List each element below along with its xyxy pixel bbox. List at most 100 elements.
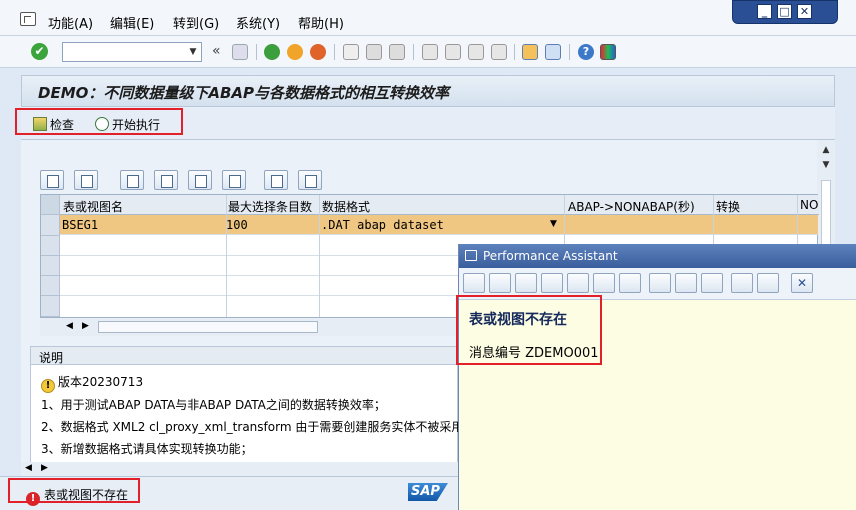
command-history-dropdown[interactable]: ▼ bbox=[186, 43, 200, 61]
row-selector[interactable] bbox=[41, 236, 60, 256]
last-page-icon[interactable] bbox=[491, 44, 507, 60]
description-panel: 说明 ! 版本20230713 1、用于测试ABAP DATA与非ABAP DAT… bbox=[30, 346, 475, 463]
help-icon[interactable]: ? bbox=[578, 44, 594, 60]
back-icon[interactable] bbox=[264, 44, 280, 60]
display-icon[interactable] bbox=[649, 273, 671, 293]
column-header[interactable]: ABAP->NONABAP(秒) bbox=[568, 198, 695, 215]
row-selector[interactable] bbox=[41, 215, 60, 236]
version-line: ! 版本20230713 bbox=[41, 373, 143, 393]
next-page-icon[interactable] bbox=[468, 44, 484, 60]
description-horizontal-scrollbar[interactable]: ◀ ▶ bbox=[21, 462, 458, 476]
select-all-button[interactable] bbox=[264, 170, 288, 190]
window-controls: _ □ ✕ bbox=[732, 0, 838, 24]
enter-icon[interactable]: ✔ bbox=[31, 43, 48, 60]
toolbar-separator bbox=[514, 44, 515, 60]
deselect-all-button[interactable] bbox=[298, 170, 322, 190]
description-line: 1、用于测试ABAP DATA与非ABAP DATA之间的数据转换效率； bbox=[41, 398, 386, 412]
scroll-up-icon[interactable]: ▲ bbox=[820, 145, 832, 155]
change-icon[interactable] bbox=[567, 273, 589, 293]
scroll-down-icon[interactable]: ▼ bbox=[820, 160, 832, 170]
table-horizontal-scrollbar[interactable]: ◀ ▶ bbox=[40, 318, 470, 336]
first-page-icon[interactable] bbox=[422, 44, 438, 60]
dock-icon[interactable] bbox=[757, 273, 779, 293]
table-row[interactable]: BSEG1 100 .DAT abap dataset ▼ bbox=[60, 215, 818, 235]
highlight-box bbox=[15, 108, 183, 135]
performance-assistant-window: Performance Assistant ✕ 表或视图不存在 消息编号 ZDE… bbox=[458, 244, 856, 510]
print-icon[interactable] bbox=[731, 273, 753, 293]
column-header[interactable]: 最大选择条目数 bbox=[228, 198, 312, 215]
description-header: 说明 bbox=[31, 347, 457, 365]
description-line: 3、新增数据格式请具体实现转换功能； bbox=[41, 442, 253, 456]
menu-help[interactable]: 帮助(H) bbox=[298, 13, 344, 32]
toolbar-separator bbox=[569, 44, 570, 60]
column-header[interactable]: 转换 bbox=[716, 198, 740, 215]
forward-arrow-icon[interactable] bbox=[489, 273, 511, 293]
print-icon[interactable] bbox=[343, 44, 359, 60]
create-session-icon[interactable] bbox=[522, 44, 538, 60]
column-header[interactable]: 数据格式 bbox=[322, 198, 370, 215]
standard-toolbar: ✔ ▼ « ? bbox=[0, 36, 856, 68]
close-button[interactable]: ✕ bbox=[797, 4, 812, 19]
command-field[interactable] bbox=[62, 42, 202, 62]
find-icon[interactable] bbox=[366, 44, 382, 60]
back-arrow-icon[interactable] bbox=[463, 273, 485, 293]
menu-window-icon[interactable] bbox=[20, 12, 36, 26]
row-selector[interactable] bbox=[41, 256, 60, 276]
data-format-cell[interactable]: .DAT abap dataset bbox=[321, 218, 444, 232]
highlight-box bbox=[8, 478, 140, 503]
window-icon bbox=[465, 250, 477, 261]
table-name-cell[interactable]: BSEG1 bbox=[62, 218, 98, 232]
scroll-right-icon[interactable]: ▶ bbox=[82, 321, 89, 331]
screen-title-bar: DEMO：不同数据量级下ABAP与各数据格式的相互转换效率 bbox=[21, 75, 835, 107]
column-header[interactable]: NO bbox=[800, 198, 818, 212]
key-icon[interactable] bbox=[619, 273, 641, 293]
performance-assistant-title: Performance Assistant bbox=[483, 249, 618, 263]
toolbar-separator bbox=[256, 44, 257, 60]
menu-goto[interactable]: 转到(G) bbox=[173, 13, 219, 32]
performance-assistant-titlebar: Performance Assistant bbox=[459, 244, 856, 268]
column-header[interactable]: 表或视图名 bbox=[63, 198, 123, 215]
scroll-first-button[interactable] bbox=[120, 170, 144, 190]
delete-row-button[interactable] bbox=[74, 170, 98, 190]
help-library-icon[interactable] bbox=[515, 273, 537, 293]
insert-row-button[interactable] bbox=[40, 170, 64, 190]
previous-page-icon[interactable] bbox=[445, 44, 461, 60]
column-divider bbox=[319, 195, 320, 317]
table-header: 表或视图名 最大选择条目数 数据格式 ABAP->NONABAP(秒) 转换 N… bbox=[41, 195, 819, 215]
exit-icon[interactable] bbox=[287, 44, 303, 60]
scroll-next-button[interactable] bbox=[188, 170, 212, 190]
menu-system[interactable]: 系统(Y) bbox=[236, 13, 280, 32]
save-icon[interactable] bbox=[232, 44, 248, 60]
description-line: 2、数据格式 XML2 cl_proxy_xml_transform 由于需要创… bbox=[41, 420, 476, 434]
max-entries-cell[interactable]: 100 bbox=[226, 218, 248, 232]
menu-edit[interactable]: 编辑(E) bbox=[110, 13, 154, 32]
maximize-button[interactable]: □ bbox=[777, 4, 792, 19]
shortcut-icon[interactable] bbox=[545, 44, 561, 60]
customize-layout-icon[interactable] bbox=[600, 44, 616, 60]
data-format-dropdown-icon[interactable]: ▼ bbox=[550, 219, 557, 229]
settings-icon[interactable] bbox=[675, 273, 697, 293]
row-selector[interactable] bbox=[41, 296, 60, 317]
technical-info-icon[interactable] bbox=[541, 273, 563, 293]
cancel-icon[interactable] bbox=[310, 44, 326, 60]
row-selector[interactable] bbox=[41, 276, 60, 296]
scroll-right-icon[interactable]: ▶ bbox=[41, 463, 48, 473]
scroll-thumb[interactable] bbox=[98, 321, 318, 333]
column-divider bbox=[226, 195, 227, 317]
minimize-button[interactable]: _ bbox=[757, 4, 772, 19]
collapse-command-icon[interactable]: « bbox=[212, 43, 221, 59]
version-text: 版本20230713 bbox=[58, 375, 144, 389]
toolbar-separator bbox=[334, 44, 335, 60]
note-icon[interactable] bbox=[701, 273, 723, 293]
warning-icon: ! bbox=[41, 379, 55, 393]
menu-function[interactable]: 功能(A) bbox=[48, 13, 93, 32]
scroll-last-button[interactable] bbox=[222, 170, 246, 190]
scroll-left-icon[interactable]: ◀ bbox=[25, 463, 32, 473]
scroll-left-icon[interactable]: ◀ bbox=[66, 321, 73, 331]
close-icon[interactable]: ✕ bbox=[791, 273, 813, 293]
find-next-icon[interactable] bbox=[389, 44, 405, 60]
edit-icon[interactable] bbox=[593, 273, 615, 293]
menu-bar: 功能(A) 编辑(E) 转到(G) 系统(Y) 帮助(H) _ □ ✕ bbox=[0, 0, 856, 36]
select-all-rows-cell[interactable] bbox=[41, 195, 60, 215]
scroll-previous-button[interactable] bbox=[154, 170, 178, 190]
